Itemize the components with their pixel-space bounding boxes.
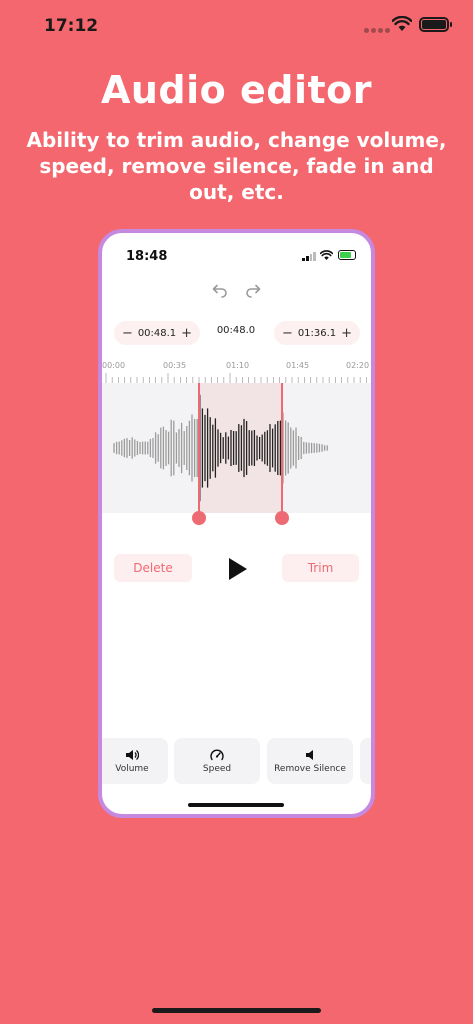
start-plus-button[interactable]: +	[181, 326, 192, 341]
phone-battery-icon	[338, 250, 356, 260]
tool-remove-silence[interactable]: Remove Silence	[267, 738, 353, 784]
phone-home-indicator	[188, 803, 284, 807]
tool-speed[interactable]: Speed	[174, 738, 260, 784]
tool-label: Volume	[115, 763, 149, 774]
home-indicator	[152, 1008, 321, 1013]
play-icon[interactable]	[228, 557, 248, 581]
speaker-icon	[126, 749, 139, 760]
phone-mockup: 18:48 − 00:48.1 + 00:48.0 − 01:36.1 + 00…	[98, 229, 375, 818]
start-time-value: 00:48.1	[137, 327, 177, 339]
right-trim-handle[interactable]	[275, 511, 289, 525]
left-trim-handle[interactable]	[192, 511, 206, 525]
status-bar: 17:12	[0, 0, 473, 50]
tool-more[interactable]	[360, 738, 371, 784]
battery-icon	[419, 17, 452, 32]
tool-volume[interactable]: Volume	[102, 738, 168, 784]
undo-icon[interactable]	[210, 284, 228, 298]
status-time: 17:12	[44, 16, 99, 36]
timeline-ruler: 00:00 00:35 01:10 01:45 02:20	[102, 361, 371, 385]
redo-icon[interactable]	[245, 284, 263, 298]
speaker-muted-icon	[306, 749, 313, 760]
signal-dots-icon	[364, 28, 390, 33]
left-trim-handle-line[interactable]	[198, 383, 200, 517]
right-trim-handle-line[interactable]	[281, 383, 283, 517]
speedometer-icon	[210, 749, 224, 760]
phone-status-time: 18:48	[126, 249, 168, 264]
ruler-ticks	[105, 373, 367, 383]
tool-label: Remove Silence	[274, 763, 346, 774]
start-time-stepper: − 00:48.1 +	[114, 321, 200, 345]
hero-subtitle: Ability to trim audio, change volume, sp…	[26, 128, 447, 204]
tool-label: Speed	[202, 763, 232, 774]
wifi-icon	[392, 16, 412, 31]
end-time-value: 01:36.1	[297, 327, 337, 339]
hero-title: Audio editor	[100, 68, 373, 112]
cellular-icon	[302, 251, 316, 261]
end-plus-button[interactable]: +	[341, 326, 352, 341]
delete-button[interactable]: Delete	[114, 554, 192, 582]
end-minus-button[interactable]: −	[282, 326, 293, 341]
selection-duration: 00:48.0	[216, 325, 256, 336]
waveform	[113, 394, 328, 502]
phone-wifi-icon	[320, 250, 333, 261]
start-minus-button[interactable]: −	[122, 326, 133, 341]
end-time-stepper: − 01:36.1 +	[274, 321, 360, 345]
trim-button[interactable]: Trim	[282, 554, 359, 582]
